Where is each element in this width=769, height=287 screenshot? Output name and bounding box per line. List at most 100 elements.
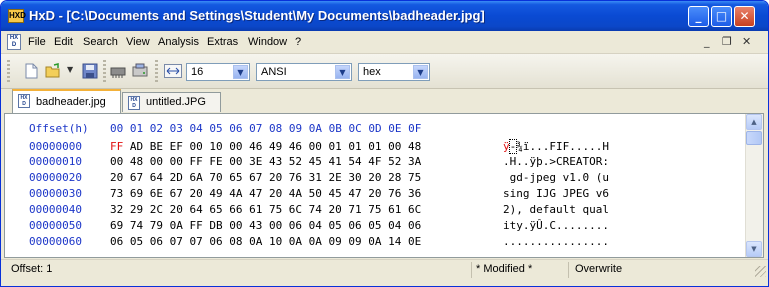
tab-strip: HX D badheader.jpg HX D untitled.JPG [1,89,768,113]
byte-column-header: 04 [182,122,203,135]
chevron-down-icon[interactable]: ▼ [413,65,428,79]
status-bar: Offset: 1 * Modified * Overwrite [1,259,768,280]
mdi-restore-button[interactable]: ❐ [722,35,732,48]
chevron-down-icon[interactable]: ▼ [335,65,350,79]
row-bytes[interactable]: 32 29 2C 20 64 65 66 61 75 6C 74 20 71 7… [110,203,421,216]
close-button[interactable]: ✕ [734,6,755,27]
selected-byte[interactable]: FF [110,140,123,153]
minimize-button[interactable]: _ [688,6,709,27]
byte-column-header: 06 [222,122,243,135]
row-bytes[interactable]: 69 74 79 0A FF DB 00 43 00 06 04 05 06 0… [110,219,421,232]
bytes-per-row-value: 16 [191,66,204,78]
toolbar: ▼ 16 ▼ ANSI ▼ hex ▼ [1,54,768,89]
row-bytes[interactable]: 06 05 06 07 07 06 08 0A 10 0A 0A 09 09 0… [110,235,421,248]
new-file-icon[interactable] [23,63,39,79]
byte-column-header: 0D [361,122,382,135]
status-mode[interactable]: Overwrite [575,263,622,275]
row-ascii-rest[interactable]: ¾ï...FIF.....H [516,140,609,153]
byte-column-header: 08 [262,122,283,135]
menu-file[interactable]: File [28,36,46,48]
status-offset: Offset: 1 [11,263,53,275]
hxd-app-icon[interactable]: HXD [8,9,26,23]
toolbar-separator [103,60,106,82]
row-ascii[interactable]: gd-jpeg v1.0 (u [503,171,609,184]
row-offset: 00000010 [29,155,82,168]
row-bytes-rest[interactable]: AD BE EF 00 10 00 46 49 46 00 01 01 01 0… [123,140,421,153]
byte-column-header: 05 [202,122,223,135]
offset-base-select[interactable]: hex ▼ [358,63,430,81]
byte-column-header: 01 [123,122,144,135]
scroll-thumb[interactable] [746,131,762,145]
offset-base-value: hex [363,66,381,78]
row-offset: 00000040 [29,203,82,216]
row-offset: 00000050 [29,219,82,232]
scroll-down-button[interactable]: ▼ [746,241,762,257]
byte-column-header: 0E [381,122,402,135]
selected-char[interactable]: ÿ [503,140,510,153]
menu-bar: HX D File Edit Search View Analysis Extra… [1,31,768,54]
row-bytes[interactable]: 00 48 00 00 FF FE 00 3E 43 52 45 41 54 4… [110,155,421,168]
tab-badheader[interactable]: HX D badheader.jpg [12,89,121,113]
row-ascii[interactable]: 2), default qual [503,203,609,216]
menu-analysis[interactable]: Analysis [158,36,199,48]
toolbar-grip[interactable] [7,60,10,82]
menu-view[interactable]: View [126,36,150,48]
byte-column-header: 0B [322,122,342,135]
row-ascii[interactable]: .H..ÿþ.>CREATOR: [503,155,609,168]
row-ascii[interactable]: ÿ-¾ï...FIF.....H [503,139,609,154]
disk-drive-icon[interactable] [132,63,148,79]
byte-column-header: 07 [242,122,263,135]
title-bar[interactable]: HXD HxD - [C:\Documents and Settings\Stu… [1,1,768,31]
hex-file-icon: HX D [128,96,140,110]
byte-column-header: 0F [401,122,422,135]
chevron-down-icon[interactable]: ▼ [233,65,248,79]
bytes-per-row-select[interactable]: 16 ▼ [186,63,250,81]
byte-column-header: 03 [163,122,183,135]
column-width-icon [164,64,182,80]
row-offset: 00000060 [29,235,82,248]
menu-window[interactable]: Window [248,36,287,48]
status-modified: * Modified * [476,263,533,275]
row-bytes[interactable]: FF AD BE EF 00 10 00 46 49 46 00 01 01 0… [110,140,421,153]
byte-column-header: 0C [341,122,362,135]
tab-untitled[interactable]: HX D untitled.JPG [122,92,221,112]
row-ascii[interactable]: ity.ÿÛ.C........ [503,219,609,232]
charset-value: ANSI [261,66,287,78]
menu-search[interactable]: Search [83,36,118,48]
open-folder-icon[interactable] [45,63,61,79]
tab-label: untitled.JPG [146,96,206,108]
maximize-button[interactable]: □ [711,6,732,27]
menu-edit[interactable]: Edit [54,36,73,48]
byte-column-header: 09 [282,122,303,135]
row-bytes[interactable]: 73 69 6E 67 20 49 4A 47 20 4A 50 45 47 2… [110,187,421,200]
byte-column-headers: 00 01 02 03 04 05 06 07 08 09 0A 0B 0C 0… [110,122,421,135]
offset-column-header: Offset(h) [29,122,89,135]
open-recent-dropdown-icon[interactable]: ▼ [67,65,73,74]
byte-column-header: 00 [110,122,124,135]
toolbar-separator [155,60,158,82]
vertical-scrollbar[interactable]: ▲ ▼ [745,114,763,257]
tab-label: badheader.jpg [36,96,106,108]
save-disk-icon[interactable] [82,63,98,79]
window-title: HxD - [C:\Documents and Settings\Student… [29,8,485,23]
charset-select[interactable]: ANSI ▼ [256,63,352,81]
resize-grip[interactable] [755,266,766,277]
hex-file-icon: HX D [18,94,30,108]
ram-chip-icon[interactable] [110,63,126,79]
row-bytes[interactable]: 20 67 64 2D 6A 70 65 67 20 76 31 2E 30 2… [110,171,421,184]
row-offset: 00000020 [29,171,82,184]
byte-column-header: 0A [302,122,322,135]
document-icon[interactable]: HX D [7,34,21,50]
hex-editor[interactable]: Offset(h) 00 01 02 03 04 05 06 07 08 09 … [4,113,764,258]
row-ascii[interactable]: ................ [503,235,609,248]
row-offset: 00000030 [29,187,82,200]
app-window: HXD HxD - [C:\Documents and Settings\Stu… [0,0,769,287]
mdi-close-button[interactable]: ✕ [742,35,751,48]
scroll-up-button[interactable]: ▲ [746,114,762,130]
mdi-minimize-button[interactable]: _ [704,35,710,48]
row-ascii[interactable]: sing IJG JPEG v6 [503,187,609,200]
row-offset: 00000000 [29,140,82,153]
menu-help[interactable]: ? [295,36,301,48]
byte-column-header: 02 [143,122,163,135]
menu-extras[interactable]: Extras [207,36,238,48]
